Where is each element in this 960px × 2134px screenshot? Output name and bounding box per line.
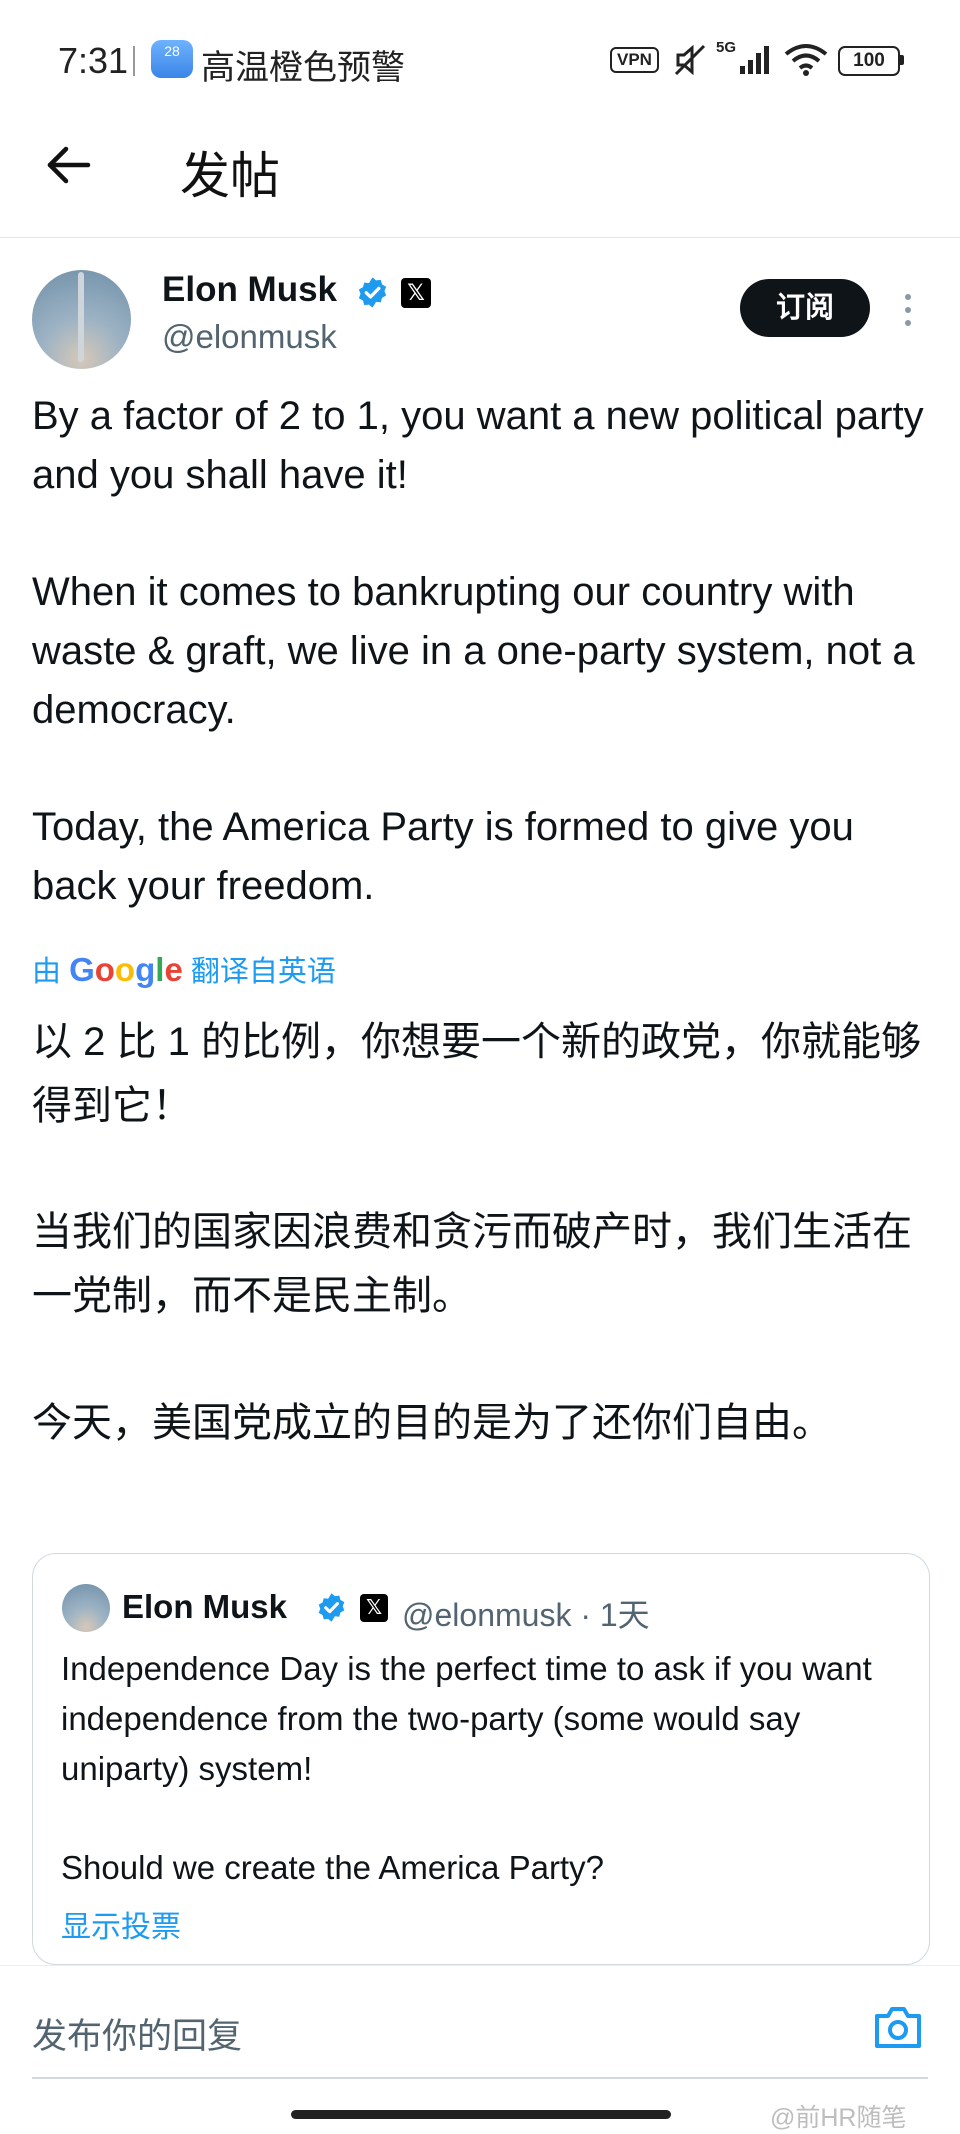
translated-paragraph-1: 以 2 比 1 的比例，你想要一个新的政党，你就能够得到它！ — [32, 1020, 921, 1128]
x-affiliate-icon: 𝕏 — [401, 278, 431, 308]
battery-tip — [900, 55, 904, 65]
battery-icon: 100 — [838, 46, 900, 76]
watermark: @前HR随笔 — [770, 2104, 907, 2132]
quoted-x-affiliate-icon: 𝕏 — [360, 1594, 388, 1622]
vpn-icon: VPN — [610, 47, 659, 73]
home-indicator[interactable] — [291, 2110, 671, 2119]
quoted-verified-badge-icon — [318, 1593, 345, 1622]
weather-alert: 高温橙色预警 — [201, 49, 405, 87]
page-title: 发帖 — [180, 148, 280, 204]
mute-icon — [674, 44, 706, 76]
google-logo: Google — [69, 951, 183, 988]
status-divider — [133, 46, 135, 76]
author-name[interactable]: Elon Musk — [162, 270, 337, 310]
reply-input[interactable]: 发布你的回复 — [32, 2008, 242, 2059]
translation-suffix: 翻译自英语 — [190, 956, 336, 988]
header-divider — [0, 237, 960, 238]
quoted-paragraph-2: Should we create the America Party? — [61, 1849, 604, 1886]
status-bar: 7:31 28 高温橙色预警 VPN 5G 100 — [0, 0, 960, 120]
wifi-icon — [784, 44, 828, 76]
back-arrow-icon[interactable] — [44, 140, 94, 190]
show-poll-link[interactable]: 显示投票 — [61, 1902, 181, 1946]
post-paragraph-1: By a factor of 2 to 1, you want a new po… — [32, 394, 924, 497]
translation-attribution[interactable]: 由 Google 翻译自英语 — [32, 948, 336, 990]
camera-icon[interactable] — [873, 2004, 923, 2050]
quoted-author-name: Elon Musk — [122, 1588, 288, 1625]
translated-paragraph-3: 今天，美国党成立的目的是为了还你们自由。 — [32, 1401, 832, 1445]
translation-prefix: 由 — [32, 956, 62, 988]
quoted-paragraph-1: Independence Day is the perfect time to … — [61, 1650, 872, 1787]
quoted-avatar — [62, 1584, 110, 1632]
translated-paragraph-2: 当我们的国家因浪费和贪污而破产时，我们生活在一党制，而不是民主制。 — [32, 1210, 912, 1318]
subscribe-button[interactable]: 订阅 — [740, 279, 870, 337]
avatar-rocket — [78, 272, 84, 362]
reply-underline — [32, 2077, 928, 2079]
signal-icon: 5G — [716, 39, 769, 74]
post-paragraph-2: When it comes to bankrupting our country… — [32, 570, 915, 732]
status-time: 7:31 — [58, 40, 129, 81]
more-options-icon[interactable] — [902, 292, 914, 328]
verified-badge-icon — [358, 277, 387, 308]
weather-icon: 28 — [151, 40, 193, 78]
author-handle[interactable]: @elonmusk — [162, 318, 337, 356]
quoted-meta: @elonmusk · 1天 — [402, 1597, 650, 1633]
reply-divider — [0, 1965, 960, 1966]
network-label: 5G — [716, 39, 736, 56]
post-paragraph-3: Today, the America Party is formed to gi… — [32, 805, 854, 908]
